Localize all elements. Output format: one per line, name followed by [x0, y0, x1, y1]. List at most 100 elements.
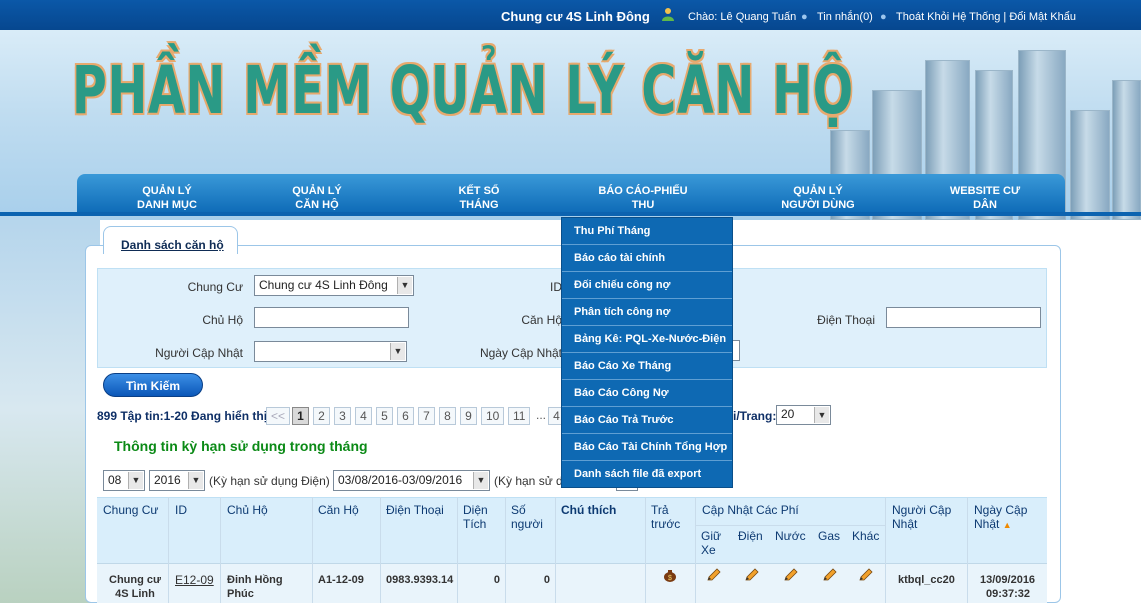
money-bag-icon[interactable]: $	[662, 568, 678, 582]
nguoi-cap-nhat-select[interactable]: ▼	[254, 341, 407, 362]
col-header-nguoi-cap-nhat: Người Cập Nhật	[892, 503, 952, 531]
col-header-dien-tich: Diện Tích	[463, 503, 488, 531]
cell-chung-cu: Chung cư 4S Linh	[109, 574, 161, 600]
chung-cu-label: Chung Cư	[187, 280, 243, 294]
pager-page[interactable]: 8	[439, 407, 456, 425]
ky-han-label-2: (Kỳ hạn sử d	[494, 474, 563, 488]
header-subdivider	[695, 525, 885, 526]
chevron-down-icon: ▼	[814, 407, 829, 423]
menu-item-bao-cao-cong-no[interactable]: Báo Cáo Công Nợ	[562, 380, 732, 407]
column-divider	[505, 497, 506, 603]
menu-item-bao-cao-tai-chinh[interactable]: Báo cáo tài chính	[562, 245, 732, 272]
ngay-cap-nhat-label: Ngày Cập Nhật	[479, 346, 562, 360]
greeting-text: Chào: Lê Quang Tuấn	[688, 11, 797, 23]
chu-ho-label: Chủ Hộ	[202, 313, 243, 327]
pager-page[interactable]: 2	[313, 407, 330, 425]
menu-item-doi-chieu-cong-no[interactable]: Đối chiếu công nợ	[562, 272, 732, 299]
messages-link[interactable]: Tin nhắn(0)	[817, 11, 873, 23]
menu-item-bao-cao-xe-thang[interactable]: Báo Cáo Xe Tháng	[562, 353, 732, 380]
pager-page[interactable]: 5	[376, 407, 393, 425]
year-select[interactable]: 2016 ▼	[149, 470, 205, 491]
separator-dot: ●	[880, 11, 887, 23]
section-title: Thông tin kỳ hạn sử dụng trong tháng	[114, 438, 368, 454]
cell-ngay-cap-nhat-date: 13/09/2016	[980, 574, 1036, 586]
main-nav: QUẢN LÝ DANH MỤC QUẢN LÝ CĂN HỘ KẾT SỔ THÁN…	[77, 174, 1065, 212]
chevron-down-icon: ▼	[473, 472, 488, 489]
pager-page[interactable]: 9	[460, 407, 477, 425]
chevron-down-icon: ▼	[397, 277, 412, 294]
chevron-down-icon: ▼	[188, 472, 203, 489]
menu-item-bao-cao-tra-truoc[interactable]: Báo Cáo Trả Trước	[562, 407, 732, 434]
edit-dien-icon[interactable]	[744, 568, 760, 582]
menu-item-bang-ke[interactable]: Bảng Kê: PQL-Xe-Nước-Điện	[562, 326, 732, 353]
edit-nuoc-icon[interactable]	[783, 568, 799, 582]
col-header-can-ho: Căn Hộ	[318, 503, 359, 517]
edit-giu-xe-icon[interactable]	[706, 568, 722, 582]
nav-bao-cao-phieu-thu[interactable]: BÁO CÁO-PHIẾU THU	[583, 184, 703, 212]
pager-page[interactable]: 3	[334, 407, 351, 425]
pager-page[interactable]: 1	[292, 407, 309, 425]
cell-ngay-cap-nhat-time: 09:37:32	[986, 588, 1031, 600]
nav-underline	[0, 212, 1141, 216]
cell-chu-ho: Đinh Hồng Phúc	[227, 574, 283, 600]
col-header-cap-nhat-cac-phi: Cập Nhật Các Phí	[702, 503, 799, 517]
pager-page[interactable]: 10	[481, 407, 505, 425]
pager-prev-button[interactable]: <<	[266, 407, 291, 425]
tab-danh-sach-can-ho[interactable]: Danh sách căn hộ	[103, 226, 238, 254]
page-size-select[interactable]: 20 ▼	[776, 405, 831, 425]
col-header-ngay-cap-nhat[interactable]: Ngày Cập Nhật ▲	[974, 503, 1040, 532]
column-divider	[555, 497, 556, 603]
col-header-giu-xe: Giữ Xe	[701, 529, 722, 557]
menu-item-thu-phi-thang[interactable]: Thu Phí Tháng	[562, 218, 732, 245]
can-ho-label: Căn Hộ	[521, 313, 562, 327]
pager-page[interactable]: 6	[397, 407, 414, 425]
dien-thoai-label: Điện Thoại	[817, 313, 875, 327]
bao-cao-dropdown-menu: Thu Phí Tháng Báo cáo tài chính Đối chiế…	[561, 217, 733, 488]
month-select[interactable]: 08 ▼	[103, 470, 145, 491]
menu-item-bao-cao-tai-chinh-tong-hop[interactable]: Báo Cáo Tài Chính Tổng Hợp	[562, 434, 732, 461]
chu-ho-input[interactable]	[254, 307, 409, 328]
pager-page[interactable]: 7	[418, 407, 435, 425]
page-size-label: i/Trang:	[733, 409, 777, 423]
building-image	[1070, 110, 1110, 220]
edit-khac-icon[interactable]	[858, 568, 874, 582]
pager-page[interactable]: 11	[508, 407, 531, 425]
col-header-chung-cu: Chung Cư	[103, 503, 159, 517]
pager-page[interactable]: 4	[355, 407, 372, 425]
cell-id-link[interactable]: E12-09	[175, 573, 214, 587]
edit-gas-icon[interactable]	[822, 568, 838, 582]
ky-han-dien-select[interactable]: 03/08/2016-03/09/2016 ▼	[333, 470, 490, 491]
col-header-dien: Điện	[738, 529, 763, 543]
column-divider	[885, 497, 886, 603]
col-header-gas: Gas	[818, 529, 841, 543]
top-bar: Chung cư 4S Linh Đông Chào: Lê Quang Tuấ…	[0, 0, 1141, 30]
menu-item-danh-sach-file-export[interactable]: Danh sách file đã export	[562, 461, 732, 488]
chevron-down-icon: ▼	[128, 472, 143, 489]
separator-dot: ●	[801, 11, 808, 23]
col-header-khac: Khác	[852, 529, 880, 543]
search-button[interactable]: Tìm Kiếm	[103, 373, 203, 397]
column-divider	[380, 497, 381, 603]
col-header-so-nguoi: Số người	[511, 503, 543, 531]
logout-change-password-links[interactable]: Thoát Khỏi Hệ Thống | Đổi Mật Khẩu	[896, 11, 1076, 23]
id-label: ID	[550, 280, 562, 294]
nav-quan-ly-nguoi-dung[interactable]: QUẢN LÝ NGƯỜI DÙNG	[758, 184, 878, 212]
col-header-tra-truoc: Trả trước	[651, 503, 681, 531]
cell-dien-thoai: 0983.9393.14	[386, 574, 454, 586]
nav-website-cu-dan[interactable]: WEBSITE CƯ DÂN	[925, 184, 1045, 212]
nav-ket-so-thang[interactable]: KẾT SỔ THÁNG	[419, 184, 539, 212]
column-divider	[967, 497, 968, 603]
dien-thoai-input[interactable]	[886, 307, 1041, 328]
menu-item-phan-tich-cong-no[interactable]: Phân tích công nợ	[562, 299, 732, 326]
site-name: Chung cư 4S Linh Đông	[501, 9, 650, 24]
chevron-down-icon: ▼	[390, 343, 405, 360]
nav-quan-ly-can-ho[interactable]: QUẢN LÝ CĂN HỘ	[257, 184, 377, 212]
chung-cu-select[interactable]: Chung cư 4S Linh Đông ▼	[254, 275, 414, 296]
col-header-chu-thich: Chú thích	[561, 503, 617, 517]
app-title: PHẦN MỀM QUẢN LÝ CĂN HỘ	[72, 52, 854, 129]
tab-label: Danh sách căn hộ	[121, 238, 224, 252]
nav-quan-ly-danh-muc[interactable]: QUẢN LÝ DANH MỤC	[107, 184, 227, 212]
pager-info: 899 Tập tin:1-20 Đang hiển thị	[97, 409, 268, 423]
cell-nguoi-cap-nhat: ktbql_cc20	[898, 574, 955, 586]
cell-can-ho: A1-12-09	[318, 574, 364, 586]
